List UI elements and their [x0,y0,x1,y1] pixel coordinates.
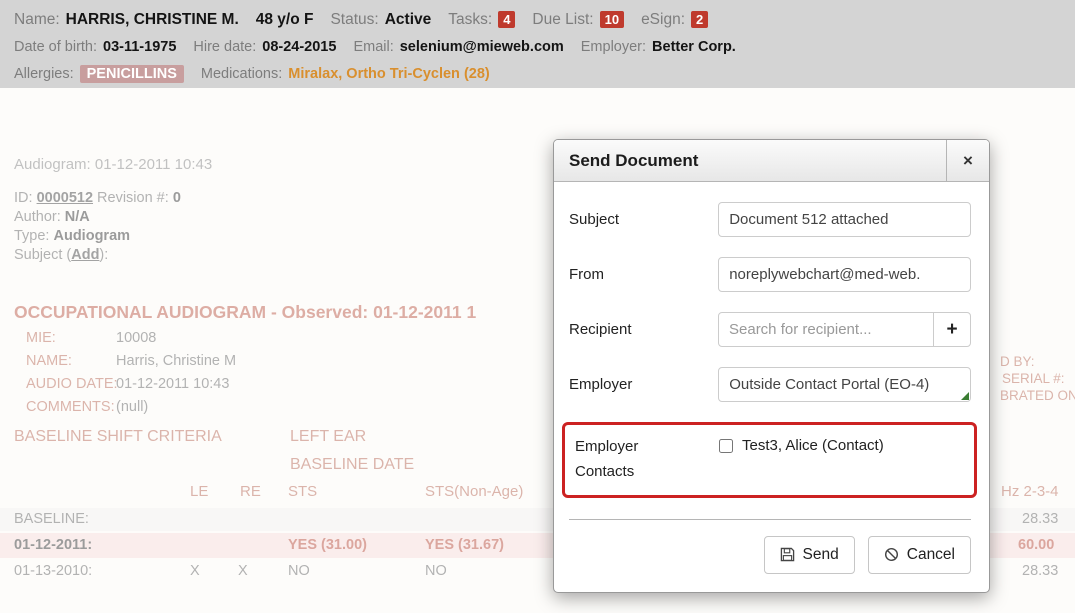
dob-label: Date of birth: [14,39,97,55]
hire-date-value: 08-24-2015 [262,39,336,55]
tasks-label: Tasks: [448,11,492,29]
select-expand-icon [961,392,969,400]
annotation-highlight-box: Employer Contacts Test3, Alice (Contact) [562,422,977,498]
dialog-header: Send Document × [554,140,989,182]
employer-contacts-row: Employer Contacts Test3, Alice (Contact) [575,435,964,485]
dialog-title: Send Document [554,140,946,181]
close-button[interactable]: × [946,140,989,181]
employer-contact-option[interactable]: Test3, Alice (Contact) [719,435,884,454]
medications-value[interactable]: Miralax, Ortho Tri-Cyclen (28) [288,66,489,82]
patient-header-row2: Date of birth: 03-11-1975 Hire date: 08-… [14,33,1061,60]
esign-label: eSign: [641,11,685,29]
subject-field-row: Subject [569,202,971,237]
name-value: HARRIS, CHRISTINE M. [66,11,239,29]
add-recipient-button[interactable]: + [933,312,971,347]
patient-name: Name: HARRIS, CHRISTINE M. [14,11,239,29]
recipient-field-row: Recipient + [569,312,971,347]
medications-label: Medications: [201,66,282,82]
status-label: Status: [330,11,378,29]
allergy-badge[interactable]: PENICILLINS [80,65,184,83]
patient-status: Status: Active [330,11,431,29]
divider [569,519,971,520]
tasks-count-badge[interactable]: 4 [498,11,515,28]
employer-select-value: Outside Contact Portal (EO-4) [729,376,929,393]
esign-count-badge[interactable]: 2 [691,11,708,28]
employer-contacts-label: Employer Contacts [575,435,675,485]
recipient-input-group: + [718,312,971,347]
date-of-birth: Date of birth: 03-11-1975 [14,39,176,55]
cancel-button[interactable]: Cancel [868,536,971,574]
contact-checkbox-label: Test3, Alice (Contact) [742,437,884,454]
due-list-indicator[interactable]: Due List: 10 [532,11,624,29]
recipient-label: Recipient [569,321,718,338]
from-label: From [569,266,718,283]
plus-icon: + [946,319,957,340]
from-field-row: From [569,257,971,292]
cancel-button-label: Cancel [907,546,955,564]
due-list-count-badge[interactable]: 10 [600,11,624,28]
patient-email: Email: selenium@mieweb.com [353,39,563,55]
patient-employer: Employer: Better Corp. [581,39,736,55]
tasks-indicator[interactable]: Tasks: 4 [448,11,515,29]
subject-label: Subject [569,211,718,228]
medications: Medications: Miralax, Ortho Tri-Cyclen (… [201,66,490,82]
email-label: Email: [353,39,393,55]
patient-age-sex: 48 y/o F [256,11,314,29]
recipient-search-input[interactable] [718,312,934,347]
hire-date: Hire date: 08-24-2015 [193,39,336,55]
employer-value: Better Corp. [652,39,736,55]
patient-header: Name: HARRIS, CHRISTINE M. 48 y/o F Stat… [0,0,1075,88]
patient-header-row3: Allergies: PENICILLINS Medications: Mira… [14,60,1061,87]
dob-value: 03-11-1975 [103,39,176,55]
due-list-label: Due List: [532,11,593,29]
esign-indicator[interactable]: eSign: 2 [641,11,708,29]
employer-field-row: Employer Outside Contact Portal (EO-4) [569,367,971,402]
email-value: selenium@mieweb.com [400,39,564,55]
allergies: Allergies: PENICILLINS [14,65,184,83]
send-document-dialog: Send Document × Subject From Recipient +… [553,139,990,593]
employer-select-label: Employer [569,376,718,393]
employer-select[interactable]: Outside Contact Portal (EO-4) [718,367,971,402]
hire-date-label: Hire date: [193,39,256,55]
from-input[interactable] [718,257,971,292]
status-value: Active [385,11,432,29]
save-icon [780,547,795,562]
dialog-body: Subject From Recipient + Employer Outsid… [554,182,989,592]
close-icon: × [963,151,973,171]
name-label: Name: [14,11,60,29]
send-button[interactable]: Send [764,536,855,574]
dialog-button-row: Send Cancel [569,536,971,578]
subject-input[interactable] [718,202,971,237]
employer-label: Employer: [581,39,646,55]
send-button-label: Send [803,546,839,564]
patient-header-row1: Name: HARRIS, CHRISTINE M. 48 y/o F Stat… [14,6,1061,33]
allergies-label: Allergies: [14,66,74,82]
contact-checkbox[interactable] [719,439,733,453]
cancel-icon [884,547,899,562]
